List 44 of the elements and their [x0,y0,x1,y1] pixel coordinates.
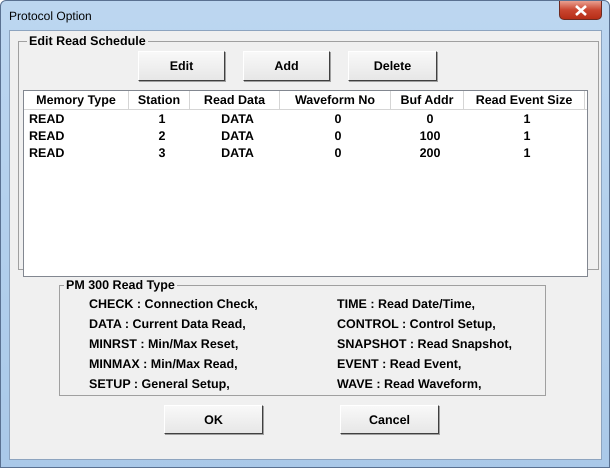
read-type-text: DATA : Current Data Read, [89,316,247,332]
table-cell: DATA [221,146,254,160]
read-type-text: SETUP : General Setup, [89,376,231,392]
table-cell: 1 [524,128,530,142]
table-cell: DATA [221,112,254,126]
close-button[interactable] [559,1,602,20]
read-type-text: EVENT : Read Event, [337,356,462,372]
table-cell: 0 [334,146,342,160]
read-type-text: MINMAX : Min/Max Read, [89,356,239,372]
table-cell: 0 [334,112,342,126]
read-type-text: SNAPSHOT : Read Snapshot, [337,336,512,352]
column-header[interactable]: Station [129,91,190,109]
read-type-text: MINRST : Min/Max Reset, [89,336,240,352]
table-cell: READ [29,128,64,142]
read-type-text: TIME : Read Date/Time, [337,296,476,312]
table-cell: 1 [524,146,530,160]
column-header[interactable]: Read Data [190,91,280,109]
dialog-button[interactable]: Cancel [340,405,439,434]
table-cell: DATA [221,128,254,142]
close-icon [574,4,588,16]
table-cell: READ [29,146,64,160]
column-header[interactable]: Buf Addr [391,91,464,109]
table-cell: 1 [524,112,530,126]
table-cell: 3 [158,146,166,160]
column-header[interactable]: Memory Type [24,91,129,109]
read-type-text: CONTROL : Control Setup, [337,316,497,332]
column-header[interactable]: Read Event Size [464,91,585,109]
read-type-text: WAVE : Read Waveform, [337,376,482,392]
table-cell: READ [29,112,64,126]
group-title: Edit Read Schedule [28,34,147,48]
group-title: PM 300 Read Type [65,278,176,292]
action-button[interactable]: Delete [348,51,437,81]
action-button[interactable]: Add [243,51,330,81]
action-button[interactable]: Edit [138,51,225,81]
table-cell: 0 [334,128,342,142]
table-cell: 0 [426,112,434,126]
table-cell: 100 [420,128,440,142]
table-cell: 1 [158,112,166,126]
window-title: Protocol Option [9,9,92,23]
read-type-text: CHECK : Connection Check, [89,296,259,312]
column-header[interactable]: Waveform No [280,91,391,109]
table-cell: 2 [158,128,166,142]
table-cell: 200 [420,146,440,160]
dialog-button[interactable]: OK [164,405,263,434]
